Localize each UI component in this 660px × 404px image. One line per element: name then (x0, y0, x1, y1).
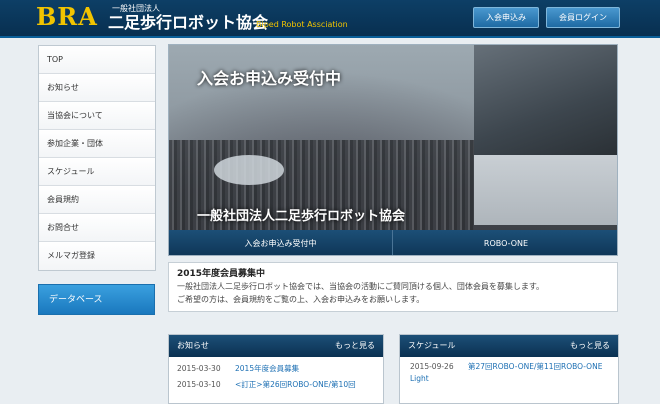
logo[interactable]: BRA (36, 4, 98, 30)
hero-banner[interactable]: 入会お申込み受付中 一般社団法人二足歩行ロボット協会 入会お申込み受付中 ROB… (168, 44, 618, 256)
news-date: 2015-03-10 (177, 380, 221, 389)
news-title-link[interactable]: 2015年度会員募集 (235, 361, 299, 377)
hero-tab-robo-one[interactable]: ROBO-ONE (393, 230, 617, 255)
sidebar-item-newsletter[interactable]: メルマガ登録 (39, 242, 155, 270)
sidebar-item-contact[interactable]: お問合せ (39, 214, 155, 242)
hero-tabs: 入会お申込み受付中 ROBO-ONE (169, 230, 617, 255)
schedule-item: 2015-09-26 第27回ROBO-ONE/第11回ROBO-ONE Lig… (400, 357, 618, 397)
schedule-more-link[interactable]: もっと見る (570, 335, 610, 357)
org-name-en: Biped Robot Assciation (256, 20, 348, 29)
news-panel-title: お知らせ (177, 341, 209, 350)
recruit-notice: 2015年度会員募集中 一般社団法人二足歩行ロボット協会では、当協会の活動にご賛… (168, 262, 618, 312)
sidebar-item-terms[interactable]: 会員規約 (39, 186, 155, 214)
hero-arena-photo (474, 155, 617, 225)
hero-tab-join[interactable]: 入会お申込み受付中 (169, 230, 393, 255)
news-item: 2015-03-10 <訂正>第26回ROBO-ONE/第10回 (169, 377, 383, 393)
news-panel-header: お知らせ もっと見る (169, 335, 383, 357)
sidebar-item-schedule[interactable]: スケジュール (39, 158, 155, 186)
hero-robot-photo (474, 45, 617, 155)
join-button[interactable]: 入会申込み (473, 7, 539, 28)
news-panel: お知らせ もっと見る 2015-03-30 2015年度会員募集 2015-03… (168, 334, 384, 404)
sidebar-item-top[interactable]: TOP (39, 46, 155, 74)
news-item: 2015-03-30 2015年度会員募集 (169, 361, 383, 377)
sidebar-item-members[interactable]: 参加企業・団体 (39, 130, 155, 158)
recruit-title: 2015年度会員募集中 (177, 269, 266, 279)
hero-title: 入会お申込み受付中 (197, 69, 342, 88)
recruit-text-2: ご希望の方は、会員規約をご覧の上、入会お申込みをお願いします。 (177, 295, 425, 304)
schedule-panel: スケジュール もっと見る 2015-09-26 第27回ROBO-ONE/第11… (399, 334, 619, 404)
news-date: 2015-03-30 (177, 364, 221, 373)
news-title-link[interactable]: <訂正>第26回ROBO-ONE/第10回 (235, 377, 356, 393)
hero-stage-photo (214, 155, 284, 185)
news-more-link[interactable]: もっと見る (335, 335, 375, 357)
member-login-button[interactable]: 会員ログイン (546, 7, 620, 28)
recruit-text-1: 一般社団法人二足歩行ロボット協会では、当協会の活動にご賛同頂ける個人、団体会員を… (177, 282, 545, 291)
site-header: BRA 一般社団法人 二足歩行ロボット協会 Biped Robot Asscia… (0, 0, 660, 38)
schedule-panel-header: スケジュール もっと見る (400, 335, 618, 357)
database-button[interactable]: データベース (38, 284, 155, 315)
hero-caption: 一般社団法人二足歩行ロボット協会 (197, 209, 406, 224)
schedule-title-link[interactable]: 第27回ROBO-ONE/第11回ROBO-ONE Light (410, 361, 610, 385)
schedule-panel-title: スケジュール (408, 341, 456, 350)
sidebar-item-news[interactable]: お知らせ (39, 74, 155, 102)
sidebar-nav: TOP お知らせ 当協会について 参加企業・団体 スケジュール 会員規約 お問合… (38, 45, 156, 271)
org-name[interactable]: 二足歩行ロボット協会 (108, 14, 268, 32)
sidebar-item-about[interactable]: 当協会について (39, 102, 155, 130)
